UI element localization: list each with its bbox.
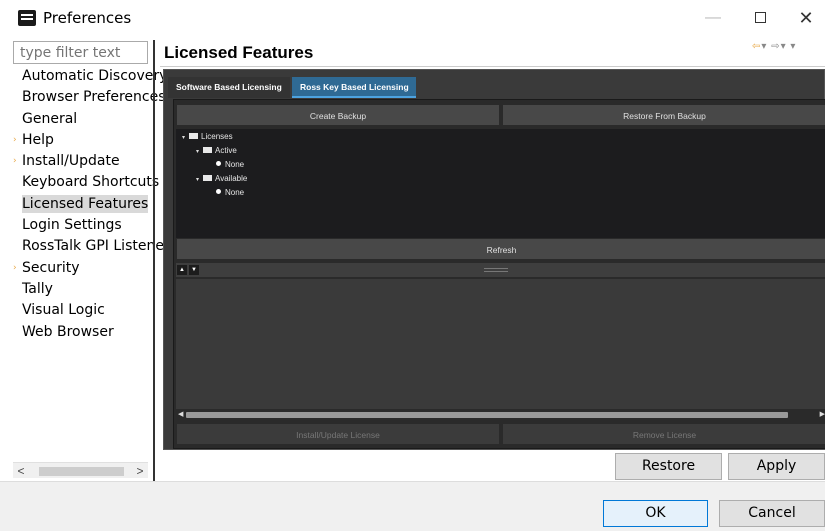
ok-button[interactable]: OK <box>603 500 708 527</box>
title-bar: Preferences — ✕ <box>0 0 825 36</box>
bullet-icon <box>216 161 221 167</box>
tree-item-help[interactable]: › Help <box>13 130 153 151</box>
forward-menu-icon[interactable]: ▾ <box>781 41 787 52</box>
tree-item-browser-preferences[interactable]: Browser Preferences <box>13 87 166 108</box>
install-update-license-button[interactable]: Install/Update License <box>176 423 500 445</box>
tree-item-rosstalk-gpi-listener[interactable]: RossTalk GPI Listener <box>13 236 170 257</box>
tree-item-tally[interactable]: Tally <box>13 279 153 300</box>
tree-node-label: Licenses <box>201 132 233 141</box>
expand-arrow-icon[interactable]: › <box>13 130 17 151</box>
expand-caret-icon[interactable]: ▾ <box>196 148 199 155</box>
tree-item-label: Keyboard Shortcuts <box>22 174 160 191</box>
tree-item-label: Help <box>22 131 54 148</box>
panel-divider[interactable] <box>153 40 155 481</box>
tree-item-label: Tally <box>22 280 53 297</box>
restore-defaults-button[interactable]: Restore Defaults <box>615 453 722 499</box>
tree-node-licenses[interactable]: ▾ Licenses <box>182 132 233 141</box>
close-button[interactable]: ✕ <box>783 0 825 36</box>
scroll-right-icon[interactable]: > <box>132 463 148 479</box>
expand-arrow-icon[interactable]: › <box>13 151 17 172</box>
pane-splitter[interactable]: ▲ ▼ <box>176 263 825 277</box>
ross-key-content: Create Backup Restore From Backup ▾ Licen… <box>173 99 825 449</box>
restore-from-backup-button[interactable]: Restore From Backup <box>502 104 825 126</box>
tree-item-install-update[interactable]: › Install/Update <box>13 151 153 172</box>
tree-item-login-settings[interactable]: Login Settings <box>13 215 153 236</box>
licensing-panel: Software Based Licensing Ross Key Based … <box>163 69 825 450</box>
scrollbar-thumb[interactable] <box>39 467 124 476</box>
filter-input[interactable] <box>13 41 148 64</box>
tree-item-automatic-discovery[interactable]: Automatic Discovery <box>13 66 167 87</box>
page-title: Licensed Features <box>164 43 314 62</box>
tree-item-label: Security <box>22 259 80 276</box>
tree-item-label: Automatic Discovery <box>22 68 168 84</box>
tree-item-label: RossTalk GPI Listener <box>22 238 170 255</box>
tab-ross-key-based-licensing[interactable]: Ross Key Based Licensing <box>292 77 416 98</box>
folder-icon <box>189 132 199 139</box>
tree-item-label: Web Browser <box>22 323 114 340</box>
sidebar-horizontal-scrollbar[interactable]: < > <box>13 462 148 478</box>
tree-node-active[interactable]: ▾ Active <box>196 146 237 155</box>
tree-item-visual-logic[interactable]: Visual Logic <box>13 300 153 321</box>
back-arrow-icon[interactable]: ⇦ <box>752 41 761 52</box>
tree-item-label: Visual Logic <box>22 302 105 319</box>
collapse-down-icon[interactable]: ▼ <box>189 265 199 275</box>
tree-item-licensed-features[interactable]: Licensed Features <box>13 194 153 215</box>
forward-arrow-icon[interactable]: ⇨ <box>771 41 780 52</box>
preferences-tree: Automatic Discovery Browser Preferences … <box>13 66 170 343</box>
tree-node-label: Available <box>215 174 248 183</box>
folder-icon <box>203 146 213 153</box>
scroll-left-icon[interactable]: < <box>13 463 29 479</box>
remove-license-button[interactable]: Remove License <box>502 423 825 445</box>
expand-arrow-icon[interactable]: › <box>13 258 17 279</box>
apply-button[interactable]: Apply <box>728 453 825 480</box>
tree-item-label: Login Settings <box>22 217 122 234</box>
licenses-tree: ▾ Licenses ▾ Active None ▾ Available None <box>176 129 825 238</box>
tree-node-label: None <box>225 188 245 197</box>
license-details-pane <box>176 279 825 409</box>
collapse-up-icon[interactable]: ▲ <box>177 265 187 275</box>
tree-item-label: General <box>22 110 78 127</box>
tree-node-label: Active <box>215 146 237 155</box>
cancel-button[interactable]: Cancel <box>719 500 825 527</box>
minimize-button[interactable]: — <box>690 0 736 36</box>
tree-item-web-browser[interactable]: Web Browser <box>13 322 153 343</box>
header-divider <box>160 66 825 67</box>
tree-item-label: Licensed Features <box>22 194 149 213</box>
maximize-button[interactable] <box>737 0 783 36</box>
tree-item-label: Browser Preferences <box>22 89 166 106</box>
expand-caret-icon[interactable]: ▾ <box>196 176 199 183</box>
tree-item-keyboard-shortcuts[interactable]: Keyboard Shortcuts <box>13 172 159 193</box>
app-logo-icon <box>18 10 36 26</box>
history-navigation: ⇦▾ ⇨▾ ▾ <box>752 41 796 52</box>
tree-item-security[interactable]: › Security <box>13 258 153 279</box>
refresh-button[interactable]: Refresh <box>176 238 825 260</box>
create-backup-button[interactable]: Create Backup <box>176 104 500 126</box>
expand-caret-icon[interactable]: ▾ <box>182 134 185 141</box>
scroll-left-icon[interactable]: ◀ <box>178 410 183 418</box>
window-title: Preferences <box>43 9 132 27</box>
tab-software-based-licensing[interactable]: Software Based Licensing <box>168 77 290 98</box>
details-horizontal-scrollbar[interactable]: ◀ ▶ <box>176 409 825 421</box>
tree-node-available[interactable]: ▾ Available <box>196 174 247 183</box>
back-menu-icon[interactable]: ▾ <box>761 41 767 52</box>
tree-node-available-none[interactable]: None <box>216 188 244 197</box>
bullet-icon <box>216 189 221 195</box>
tree-item-general[interactable]: General <box>13 109 153 130</box>
tree-node-label: None <box>225 160 245 169</box>
maximize-icon <box>754 12 766 24</box>
folder-icon <box>203 174 213 181</box>
scrollbar-thumb[interactable] <box>186 412 788 418</box>
tree-node-active-none[interactable]: None <box>216 160 244 169</box>
tree-item-label: Install/Update <box>22 153 120 170</box>
scroll-right-icon[interactable]: ▶ <box>820 410 825 418</box>
view-menu-icon[interactable]: ▾ <box>790 41 796 52</box>
splitter-grip-icon[interactable] <box>484 268 508 272</box>
